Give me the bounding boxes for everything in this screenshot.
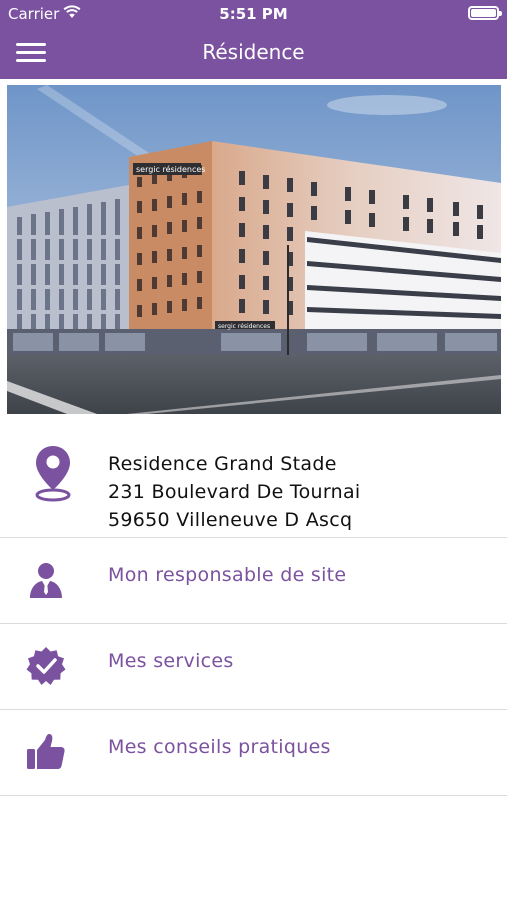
battery-icon bbox=[468, 6, 502, 20]
thumbs-up-icon bbox=[27, 734, 65, 769]
status-bar: Carrier 5:51 PM bbox=[0, 0, 507, 28]
menu-item-label: Mon responsable de site bbox=[108, 564, 347, 586]
menu-item-label: Mes conseils pratiques bbox=[108, 736, 331, 758]
building-signage-top: sergic résidences bbox=[136, 164, 205, 174]
page-title: Résidence bbox=[202, 40, 305, 64]
status-time: 5:51 PM bbox=[219, 5, 288, 23]
verified-badge-icon bbox=[26, 647, 66, 685]
address-row: Residence Grand Stade 231 Boulevard De T… bbox=[0, 414, 507, 538]
residence-name: Residence Grand Stade bbox=[108, 453, 337, 475]
user-manager-icon bbox=[30, 563, 62, 598]
menu-item-label: Mes services bbox=[108, 650, 234, 672]
building-signage-ground: sergic résidences bbox=[218, 323, 270, 330]
menu-item-site-manager[interactable]: Mon responsable de site bbox=[0, 538, 507, 624]
residence-city: 59650 Villeneuve D Ascq bbox=[108, 509, 353, 531]
nav-bar: Résidence bbox=[0, 28, 507, 79]
residence-street: 231 Boulevard De Tournai bbox=[108, 481, 361, 503]
residence-photo: sergic résidences sergic résidences bbox=[7, 85, 501, 414]
menu-item-practical-tips[interactable]: Mes conseils pratiques bbox=[0, 710, 507, 796]
map-pin-icon bbox=[35, 446, 71, 502]
header-bar: Carrier 5:51 PM Résidence bbox=[0, 0, 507, 79]
menu-item-services[interactable]: Mes services bbox=[0, 624, 507, 710]
